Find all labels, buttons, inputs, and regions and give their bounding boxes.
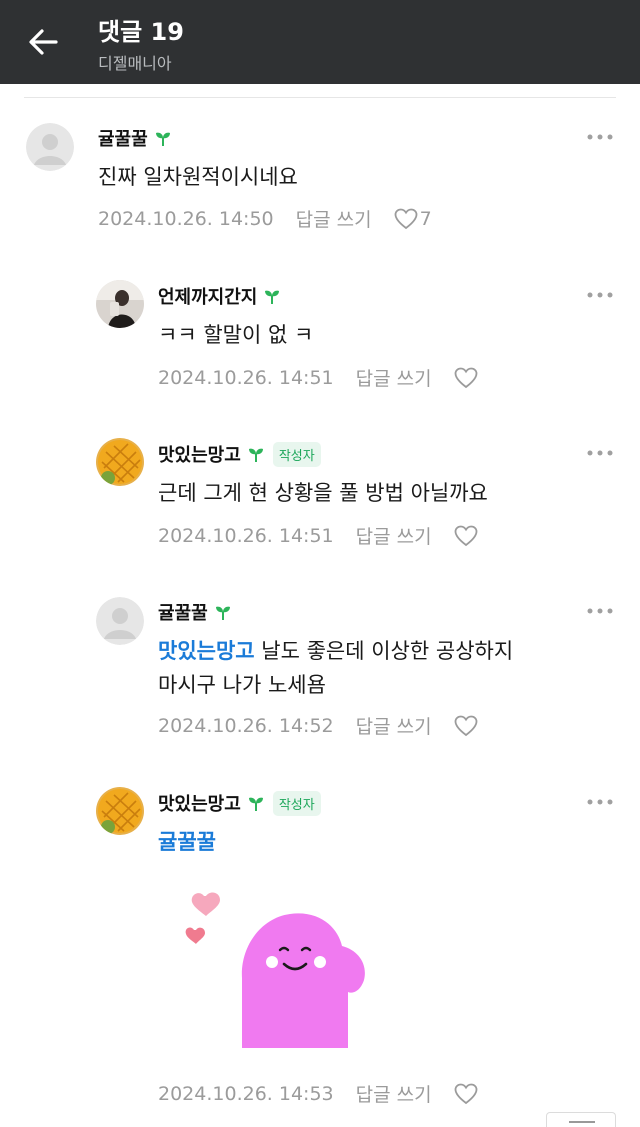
reply-button[interactable]: 답글 쓰기 — [356, 712, 432, 739]
comment-date: 2024.10.26. 14:51 — [158, 366, 334, 389]
heart-icon — [454, 525, 477, 546]
comment-text: 진짜 일차원적이시네요 — [98, 165, 298, 189]
more-options-icon[interactable] — [586, 130, 614, 144]
like-button[interactable]: 7 — [394, 208, 432, 230]
divider — [24, 97, 616, 98]
comment-date: 2024.10.26. 14:50 — [98, 207, 274, 230]
more-options-icon[interactable] — [586, 288, 614, 302]
like-button[interactable] — [454, 367, 478, 389]
reply-button[interactable]: 답글 쓰기 — [356, 364, 432, 391]
comment-nickname[interactable]: 귤꿀꿀 — [98, 125, 148, 151]
like-button[interactable] — [454, 715, 478, 737]
author-badge: 작성자 — [272, 790, 321, 816]
sprout-icon — [215, 606, 230, 620]
like-button[interactable] — [454, 525, 478, 547]
back-arrow-icon[interactable] — [22, 20, 66, 64]
comment-date: 2024.10.26. 14:52 — [158, 714, 334, 737]
comment-text: ㅋㅋ 할말이 없 ㅋ — [158, 323, 314, 347]
like-count: 7 — [419, 207, 432, 230]
more-options-icon[interactable] — [586, 795, 614, 809]
sprout-icon — [248, 448, 263, 462]
comment-text: 근데 그게 현 상황을 풀 방법 아닐까요 — [158, 481, 488, 505]
page-title: 댓글 19 — [98, 18, 184, 46]
menu-line-icon — [569, 1121, 595, 1123]
more-options-icon[interactable] — [586, 604, 614, 618]
more-options-icon[interactable] — [586, 446, 614, 460]
pink-blob-sticker — [185, 892, 365, 1048]
sprout-icon — [248, 797, 263, 811]
comment-nickname[interactable]: 맛있는망고 — [158, 441, 241, 467]
reply-button[interactable]: 답글 쓰기 — [356, 1080, 432, 1107]
heart-icon — [454, 1083, 477, 1104]
top-bar: 댓글 19 디젤매니아 — [0, 0, 640, 84]
comment-nickname[interactable]: 맛있는망고 — [158, 790, 241, 816]
scroll-menu-button[interactable] — [546, 1112, 616, 1127]
comment-text: 귤꿀꿀 — [158, 825, 216, 859]
comment-date: 2024.10.26. 14:53 — [158, 1082, 334, 1105]
sprout-icon — [155, 132, 170, 146]
heart-icon — [454, 367, 477, 388]
author-badge: 작성자 — [272, 441, 321, 467]
default-avatar[interactable] — [96, 597, 144, 645]
mango-avatar[interactable] — [96, 787, 144, 835]
comment-date: 2024.10.26. 14:51 — [158, 524, 334, 547]
reply-button[interactable]: 답글 쓰기 — [296, 205, 372, 232]
reply-button[interactable]: 답글 쓰기 — [356, 522, 432, 549]
comment-nickname[interactable]: 언제까지간지 — [158, 283, 257, 309]
cafe-name: 디젤매니아 — [98, 54, 172, 73]
heart-icon — [454, 715, 477, 736]
mango-avatar[interactable] — [96, 438, 144, 486]
comment-text: 맛있는망고 날도 좋은데 이상한 공상하지 마시구 나가 노세욤 — [158, 634, 513, 702]
mention-link[interactable]: 귤꿀꿀 — [158, 830, 216, 854]
heart-icon — [394, 208, 417, 229]
sprout-icon — [265, 290, 280, 304]
mention-link[interactable]: 맛있는망고 — [158, 639, 255, 663]
like-button[interactable] — [454, 1083, 478, 1105]
photo-avatar[interactable] — [96, 280, 144, 328]
default-avatar[interactable] — [26, 123, 74, 171]
comment-nickname[interactable]: 귤꿀꿀 — [158, 599, 208, 625]
